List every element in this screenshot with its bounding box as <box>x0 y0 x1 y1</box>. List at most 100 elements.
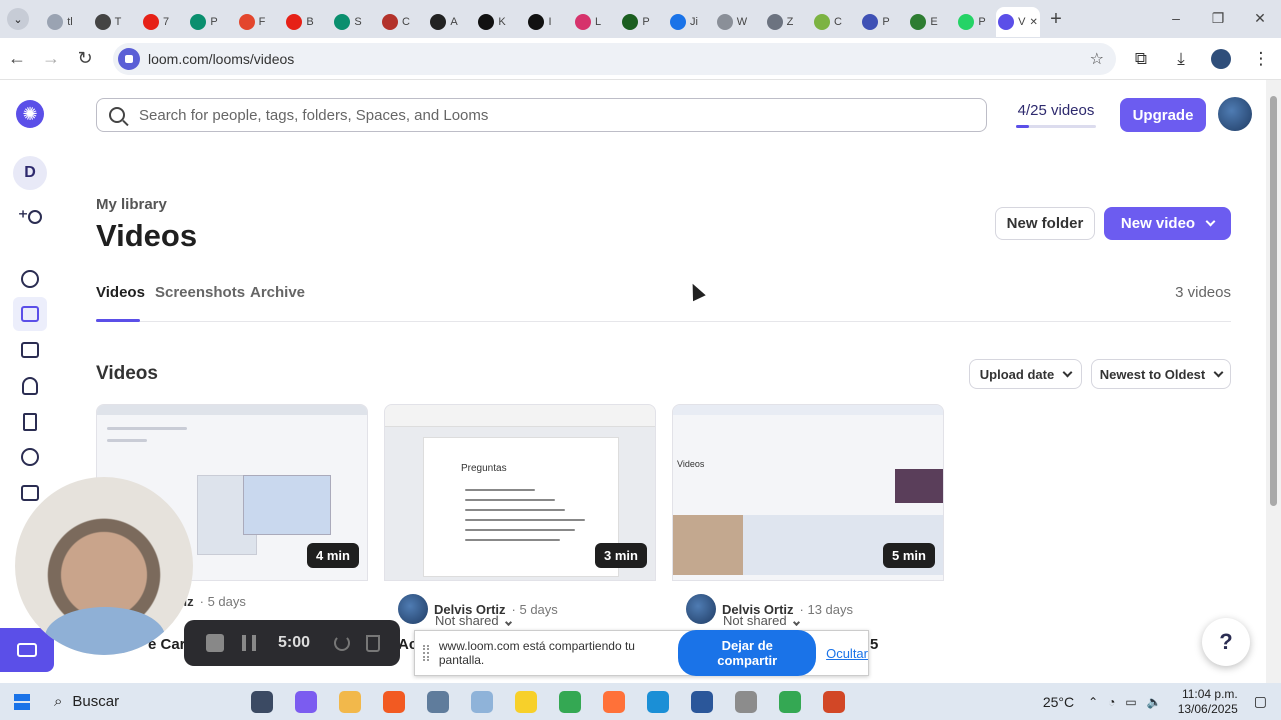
weather-temperature[interactable]: 25°C <box>1043 694 1074 710</box>
bookmark-star-icon[interactable]: ☆ <box>1090 49 1104 69</box>
taskbar-app-firefox[interactable] <box>592 683 636 720</box>
browser-tab[interactable]: B <box>276 7 324 37</box>
video-thumbnail[interactable]: Videos 5 min <box>672 404 944 581</box>
webcam-bubble[interactable] <box>15 477 193 655</box>
browser-tab[interactable]: P <box>612 7 660 37</box>
sort-field-dropdown[interactable]: Upload date <box>969 359 1082 389</box>
site-info-icon[interactable] <box>118 48 140 70</box>
page-scrollbar[interactable] <box>1266 80 1281 683</box>
workspace-avatar[interactable]: D <box>13 156 47 190</box>
volume-icon[interactable]: 🔈 <box>1147 695 1162 709</box>
pause-recording-button[interactable] <box>242 635 256 651</box>
drag-handle-icon[interactable] <box>423 645 429 661</box>
tab-archive[interactable]: Archive <box>250 284 305 301</box>
browser-tab[interactable]: P <box>852 7 900 37</box>
library-icon[interactable] <box>13 297 47 331</box>
taskbar-app-file-explorer[interactable] <box>328 683 372 720</box>
new-folder-button[interactable]: New folder <box>995 207 1095 240</box>
upgrade-button[interactable]: Upgrade <box>1120 98 1206 132</box>
browser-tab[interactable]: P <box>180 7 228 37</box>
browser-tab[interactable]: W <box>708 7 756 37</box>
browser-tab[interactable]: tl <box>36 7 84 37</box>
browser-tab[interactable]: C <box>372 7 420 37</box>
loom-logo-icon[interactable]: ✺ <box>16 100 44 128</box>
stop-recording-button[interactable] <box>206 634 224 652</box>
browser-tab[interactable]: T <box>84 7 132 37</box>
sort-order-dropdown[interactable]: Newest to Oldest <box>1091 359 1231 389</box>
profile-icon[interactable] <box>17 266 43 292</box>
browser-tab[interactable]: F <box>228 7 276 37</box>
browser-tab[interactable]: C <box>804 7 852 37</box>
taskbar-app-app-blue[interactable] <box>416 683 460 720</box>
history-clock-icon[interactable] <box>17 444 43 470</box>
help-button[interactable]: ? <box>1202 618 1250 666</box>
tab-videos[interactable]: Videos <box>96 284 145 301</box>
wifi-icon[interactable]: ◔ <box>1108 695 1115 709</box>
browser-tab[interactable]: K <box>468 7 516 37</box>
restart-recording-button[interactable] <box>334 635 351 651</box>
browser-menu-icon[interactable]: ⋮ <box>1241 49 1281 69</box>
delete-recording-button[interactable] <box>366 634 381 652</box>
chevron-up-icon[interactable]: ⌃ <box>1088 695 1098 709</box>
taskbar-app-brave[interactable] <box>372 683 416 720</box>
start-button[interactable] <box>0 683 44 720</box>
video-title[interactable]: 5 <box>870 636 878 653</box>
reload-button[interactable]: ↻ <box>68 42 102 76</box>
browser-tab[interactable]: V ✕ <box>996 7 1040 37</box>
taskbar-app-sticky-notes[interactable] <box>504 683 548 720</box>
close-window-button[interactable]: ✕ <box>1239 0 1281 36</box>
battery-icon[interactable]: ▭ <box>1125 695 1136 709</box>
minimize-button[interactable]: – <box>1155 0 1197 36</box>
taskbar-app-chrome[interactable] <box>548 683 592 720</box>
invite-user-icon[interactable]: ⁺ <box>17 204 43 230</box>
taskbar-app-paint[interactable] <box>724 683 768 720</box>
share-status[interactable]: Not shared <box>435 613 513 628</box>
notepad-icon <box>471 690 493 713</box>
search-input[interactable] <box>139 106 939 124</box>
taskbar-app-notepad[interactable] <box>460 683 504 720</box>
taskbar-app-chrome-active[interactable] <box>768 683 812 720</box>
browser-tab[interactable]: E <box>900 7 948 37</box>
share-status[interactable]: Not shared <box>723 613 801 628</box>
browser-tab[interactable]: L <box>564 7 612 37</box>
taskbar-search[interactable]: ⌕ Buscar <box>44 683 240 720</box>
search-bar[interactable] <box>96 98 987 132</box>
new-video-button[interactable]: New video <box>1104 207 1231 240</box>
video-quota-indicator[interactable]: 4/25 videos <box>1006 102 1106 132</box>
browser-tab[interactable]: Ji <box>660 7 708 37</box>
gift-icon[interactable] <box>17 480 43 506</box>
calendar-icon[interactable] <box>17 337 43 363</box>
new-tab-button[interactable]: + <box>1040 8 1072 31</box>
tab-search-button[interactable]: ⌄ <box>0 1 36 37</box>
hide-banner-link[interactable]: Ocultar <box>826 646 868 661</box>
taskbar-app-task-view[interactable] <box>240 683 284 720</box>
taskbar-app-powerpoint[interactable] <box>812 683 856 720</box>
browser-tab[interactable]: Z <box>756 7 804 37</box>
video-thumbnail[interactable]: Preguntas 3 min <box>384 404 656 581</box>
notifications-bell-icon[interactable] <box>17 373 43 399</box>
scrollbar-thumb[interactable] <box>1270 96 1277 506</box>
maximize-button[interactable]: ❐ <box>1197 0 1239 36</box>
browser-tab[interactable]: P <box>948 7 996 37</box>
browser-tab[interactable]: I <box>516 7 564 37</box>
back-button[interactable]: ← <box>0 42 34 76</box>
close-tab-icon[interactable]: ✕ <box>1029 17 1037 28</box>
profile-avatar[interactable] <box>1211 49 1231 69</box>
stop-sharing-button[interactable]: Dejar de compartir <box>678 630 817 676</box>
clock[interactable]: 11:04 p.m. 13/06/2025 <box>1178 687 1238 717</box>
address-bar[interactable]: loom.com/looms/videos ☆ <box>113 43 1116 75</box>
user-avatar[interactable] <box>1218 97 1252 131</box>
taskbar-app-edge[interactable] <box>636 683 680 720</box>
notifications-icon[interactable]: ▢ <box>1254 693 1267 710</box>
download-icon[interactable]: ⤓ <box>1161 49 1201 69</box>
tab-screenshots[interactable]: Screenshots <box>155 284 245 301</box>
browser-tab[interactable]: 7 <box>132 7 180 37</box>
breadcrumb[interactable]: My library <box>96 196 167 213</box>
forward-button[interactable]: → <box>34 42 68 76</box>
extensions-icon[interactable]: ⧉ <box>1121 49 1161 69</box>
browser-tab[interactable]: A <box>420 7 468 37</box>
taskbar-app-copilot[interactable] <box>284 683 328 720</box>
taskbar-app-word[interactable] <box>680 683 724 720</box>
bookmark-icon[interactable] <box>17 409 43 435</box>
browser-tab[interactable]: S <box>324 7 372 37</box>
